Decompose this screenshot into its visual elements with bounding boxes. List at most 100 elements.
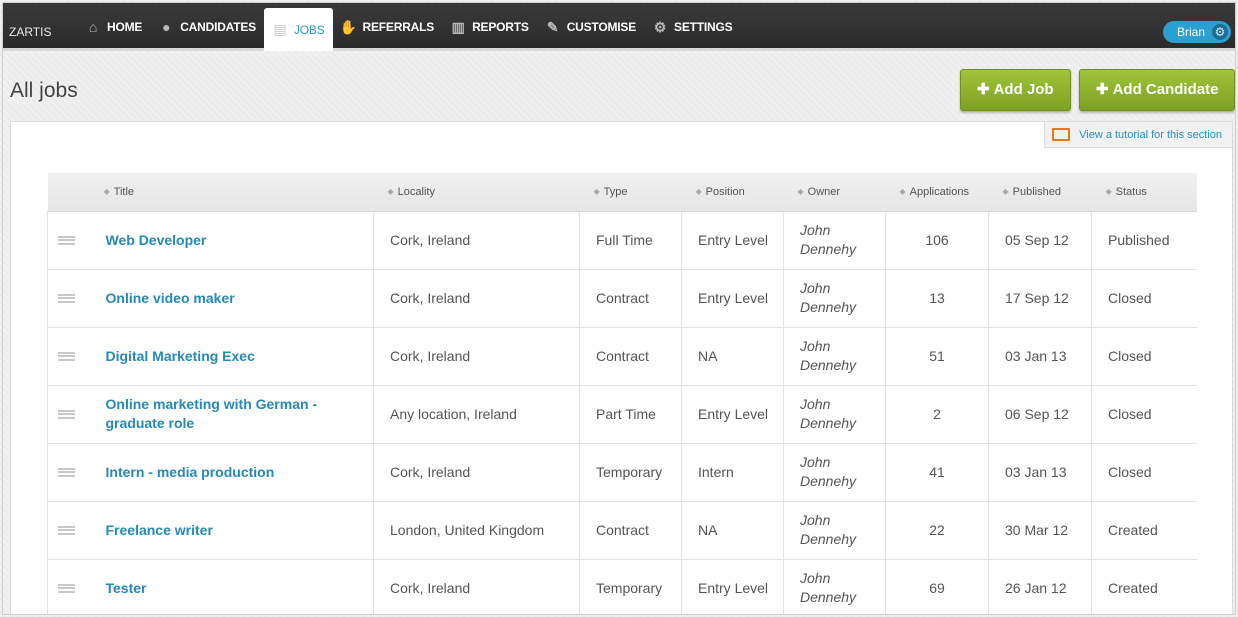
job-title-link[interactable]: Web Developer [106, 232, 207, 248]
top-nav-bar: ZARTIS ⌂ HOME ● CANDIDATES ▤ JOBS ✋ REFE… [3, 3, 1235, 51]
position-cell: Entry Level [681, 269, 784, 328]
job-title-link[interactable]: Freelance writer [106, 522, 213, 538]
published-cell: 03 Jan 13 [988, 327, 1092, 386]
nav-referrals-label: REFERRALS [362, 20, 435, 34]
title-cell: Intern - media production [89, 443, 374, 502]
drag-handle-icon[interactable] [58, 583, 75, 593]
nav-reports-label: REPORTS [472, 20, 529, 34]
table-row[interactable]: Online marketing with German - graduate … [47, 385, 1197, 444]
column-header-position[interactable]: ◆ Position [681, 173, 784, 212]
person-icon: ● [162, 19, 171, 35]
drag-handle-icon[interactable] [58, 525, 75, 535]
nav-settings[interactable]: ⚙ SETTINGS [644, 3, 740, 51]
nav-customise-label: CUSTOMISE [566, 20, 637, 34]
owner-cell: John Dennehy [783, 501, 886, 560]
status-cell: Created [1091, 559, 1197, 614]
applications-count-link[interactable]: 13 [885, 269, 989, 328]
handshake-icon: ✋ [339, 18, 358, 35]
user-settings-gear-icon[interactable]: ⚙ [1212, 24, 1228, 40]
nav-home[interactable]: ⌂ HOME [77, 3, 150, 51]
gear-icon: ⚙ [653, 18, 667, 35]
document-icon: ▤ [273, 21, 287, 37]
brand-logo[interactable]: ZARTIS [9, 25, 51, 39]
published-cell: 17 Sep 12 [988, 269, 1092, 328]
table-row[interactable]: Tester Cork, Ireland Temporary Entry Level J… [47, 559, 1197, 614]
position-cell: Entry Level [681, 211, 784, 270]
locality-cell: Cork, Ireland [373, 559, 580, 614]
published-cell: 03 Jan 13 [988, 443, 1092, 502]
table-row[interactable]: Digital Marketing Exec Cork, Ireland Contr… [47, 327, 1197, 386]
applications-count-link[interactable]: 2 [885, 385, 989, 444]
locality-cell: Cork, Ireland [373, 211, 580, 270]
locality-cell: Any location, Ireland [373, 385, 580, 444]
add-job-button[interactable]: ✚ Add Job [960, 69, 1071, 111]
published-cell: 06 Sep 12 [988, 385, 1092, 444]
applications-count-link[interactable]: 51 [885, 327, 989, 386]
type-cell: Contract [579, 501, 682, 560]
drag-handle-icon[interactable] [58, 235, 75, 245]
locality-cell: London, United Kingdom [373, 501, 580, 560]
column-header-applications[interactable]: ◆ Applications [885, 173, 989, 212]
tutorial-link[interactable]: View a tutorial for this section [1044, 122, 1232, 148]
column-header-title[interactable]: ◆ Title [89, 173, 374, 212]
job-title-link[interactable]: Tester [106, 580, 147, 596]
drag-handle-cell[interactable] [47, 327, 90, 386]
job-title-link[interactable]: Online video maker [106, 290, 235, 306]
drag-handle-cell[interactable] [47, 385, 90, 444]
owner-cell: John Dennehy [783, 211, 886, 270]
drag-handle-icon[interactable] [58, 293, 75, 303]
owner-cell: John Dennehy [783, 385, 886, 444]
user-menu[interactable]: Brian ⚙ [1162, 21, 1231, 43]
table-row[interactable]: Online video maker Cork, Ireland Contract E… [47, 269, 1197, 328]
job-title-link[interactable]: Online marketing with German - graduate … [106, 396, 318, 431]
table-row[interactable]: Freelance writer London, United Kingdom Co… [47, 501, 1197, 560]
drag-handle-cell[interactable] [47, 559, 90, 614]
nav-jobs[interactable]: ▤ JOBS [263, 8, 333, 51]
table-row[interactable]: Intern - media production Cork, Ireland Te… [47, 443, 1197, 502]
bar-chart-icon: ▥ [451, 18, 465, 35]
drag-handle-icon[interactable] [58, 351, 75, 361]
drag-column-header [47, 173, 90, 212]
table-row[interactable]: Web Developer Cork, Ireland Full Time Entry… [47, 211, 1197, 270]
position-cell: NA [681, 327, 784, 386]
sort-icon: ◆ [1105, 186, 1112, 196]
add-candidate-button[interactable]: ✚ Add Candidate [1079, 69, 1235, 111]
position-cell: NA [681, 501, 784, 560]
drag-handle-cell[interactable] [47, 269, 90, 328]
drag-handle-cell[interactable] [47, 211, 90, 270]
drag-handle-cell[interactable] [47, 443, 90, 502]
nav-referrals[interactable]: ✋ REFERRALS [333, 3, 443, 51]
nav-customise[interactable]: ✎ CUSTOMISE [537, 3, 644, 51]
job-title-link[interactable]: Intern - media production [106, 464, 275, 480]
nav-candidates[interactable]: ● CANDIDATES [150, 3, 264, 51]
drag-handle-cell[interactable] [47, 501, 90, 560]
column-header-type[interactable]: ◆ Type [579, 173, 682, 212]
type-cell: Temporary [579, 443, 682, 502]
title-cell: Digital Marketing Exec [89, 327, 374, 386]
column-header-label: Published [1012, 185, 1061, 198]
sort-icon: ◆ [797, 186, 804, 196]
applications-count-link[interactable]: 22 [885, 501, 989, 560]
job-title-link[interactable]: Digital Marketing Exec [106, 348, 255, 364]
column-header-published[interactable]: ◆ Published [988, 173, 1092, 212]
jobs-panel: View a tutorial for this section ◆ Title … [10, 121, 1233, 614]
sort-icon: ◆ [1002, 186, 1009, 196]
nav-candidates-label: CANDIDATES [180, 20, 256, 34]
column-header-owner[interactable]: ◆ Owner [783, 173, 886, 212]
applications-count-link[interactable]: 69 [885, 559, 989, 614]
applications-count-link[interactable]: 106 [885, 211, 989, 270]
brush-icon: ✎ [546, 18, 559, 35]
column-header-locality[interactable]: ◆ Locality [373, 173, 580, 212]
applications-count-link[interactable]: 41 [885, 443, 989, 502]
column-header-status[interactable]: ◆ Status [1091, 173, 1197, 212]
drag-handle-icon[interactable] [58, 467, 75, 477]
nav-home-label: HOME [107, 20, 143, 34]
owner-cell: John Dennehy [783, 327, 886, 386]
sort-icon: ◆ [899, 186, 906, 196]
plus-icon: ✚ [1096, 81, 1109, 98]
type-cell: Contract [579, 269, 682, 328]
column-header-label: Applications [909, 185, 969, 198]
published-cell: 05 Sep 12 [988, 211, 1092, 270]
nav-reports[interactable]: ▥ REPORTS [442, 3, 537, 51]
drag-handle-icon[interactable] [58, 409, 75, 419]
